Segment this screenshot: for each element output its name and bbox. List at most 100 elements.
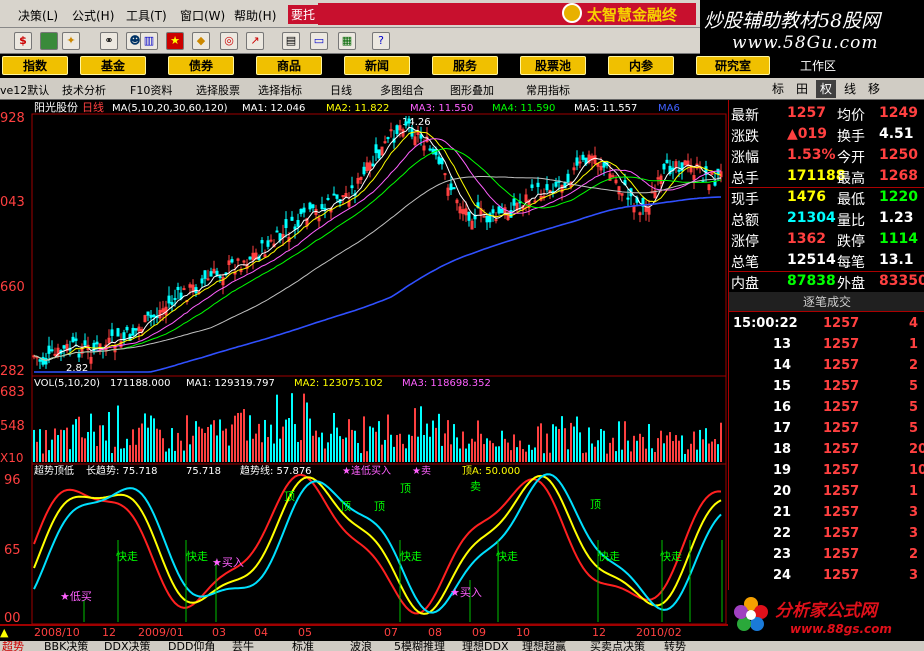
bottom-tab[interactable]: 芸牛	[232, 641, 254, 651]
nav-service-button[interactable]: 服务	[432, 56, 498, 75]
nav-research-button[interactable]: 研究室	[696, 56, 770, 75]
candle-body	[449, 183, 453, 191]
volume-bar	[111, 453, 113, 462]
flag-icon[interactable]	[40, 32, 58, 50]
bottom-tab[interactable]: DDD仰角	[168, 641, 215, 651]
tick-header[interactable]: 逐笔成交	[729, 292, 924, 312]
doc-icon[interactable]: ▤	[282, 32, 300, 50]
volume-bar	[66, 427, 68, 462]
menu-formula[interactable]: 公式(H)	[72, 7, 114, 24]
volume-bar	[102, 425, 104, 462]
side-tab-rights[interactable]: 权	[816, 80, 836, 98]
side-tab-mark[interactable]: 标	[768, 80, 788, 98]
volume-bar	[633, 435, 635, 462]
menu-help[interactable]: 帮助(H)	[234, 7, 276, 24]
quote-label: 涨幅	[731, 150, 759, 166]
nav-fund-button[interactable]: 基金	[80, 56, 146, 75]
nav-index-button[interactable]: 指数	[2, 56, 68, 75]
volume-bar	[315, 430, 317, 462]
side-tab-line[interactable]: 线	[840, 80, 860, 98]
menu-window[interactable]: 窗口(W)	[180, 7, 225, 24]
volume-bars-layer	[33, 393, 722, 462]
diamond-icon[interactable]: ◆	[192, 32, 210, 50]
binoculars-icon[interactable]: ⚭	[100, 32, 118, 50]
volume-bar	[522, 449, 524, 462]
bottom-tab[interactable]: 波浪	[350, 641, 372, 651]
volume-bar	[642, 436, 644, 462]
volume-bar	[198, 426, 200, 462]
bottom-tab[interactable]: DDX决策	[104, 641, 150, 651]
volume-bar	[423, 434, 425, 462]
candle-body	[341, 195, 345, 198]
volume-bar	[387, 414, 389, 462]
bottom-tab[interactable]: 理想超赢	[522, 641, 566, 651]
nav-stockpool-button[interactable]: 股票池	[520, 56, 586, 75]
tab-f10[interactable]: F10资料	[130, 82, 172, 98]
nav-insider-button[interactable]: 内参	[608, 56, 674, 75]
dollar-icon[interactable]: $	[14, 32, 32, 50]
ind-y-label-bottom: 00	[4, 611, 21, 626]
quote-row: 总额 21304 量比 1.23	[729, 209, 924, 230]
indicator-annotation: ★买入	[212, 556, 244, 569]
volume-bar	[126, 438, 128, 462]
candle-body	[71, 336, 75, 343]
volume-bar	[411, 435, 413, 462]
volume-bar	[63, 430, 65, 462]
tab-select-indicator[interactable]: 选择指标	[258, 82, 302, 98]
brand-logo-icon	[562, 3, 582, 23]
bottom-tab[interactable]: 5模糊推理	[394, 641, 445, 651]
tab-technical[interactable]: 技术分析	[62, 82, 106, 98]
menu-decision[interactable]: 决策(L)	[18, 7, 58, 24]
volume-bar	[48, 450, 50, 462]
flag-cn-icon[interactable]: ★	[166, 32, 184, 50]
menu-active-item[interactable]: 要托	[288, 5, 319, 24]
window-icon[interactable]: ▭	[310, 32, 328, 50]
trend-icon[interactable]: ↗	[246, 32, 264, 50]
candle-body	[53, 353, 57, 356]
grid-icon[interactable]: ▦	[338, 32, 356, 50]
tab-common-indicator[interactable]: 常用指标	[526, 82, 570, 98]
quote-label: 涨停	[731, 234, 759, 250]
volume-bar	[474, 441, 476, 462]
bottom-tab[interactable]: 标准	[292, 641, 314, 651]
date-label: 04	[254, 626, 268, 639]
quote-panel: 最新 1257 均价 1249 涨跌 ▲019 换手 4.51 涨幅 1.53% 今开 1250 总手 1…	[728, 100, 924, 626]
chart-area[interactable]: 阳光股份 日线 MA(5,10,20,30,60,120) MA1: 12.04…	[0, 100, 728, 640]
tick-time: 17	[773, 421, 792, 436]
tab-daily[interactable]: 日线	[330, 82, 352, 98]
date-label: 08	[428, 626, 442, 639]
side-tab-grid[interactable]: 田	[792, 80, 812, 98]
candle-body	[269, 239, 273, 242]
volume-bar	[210, 424, 212, 462]
volume-bar	[414, 408, 416, 462]
quote-value: 1257	[787, 105, 826, 121]
bottom-tab[interactable]: 超势	[2, 641, 24, 651]
tab-overlay[interactable]: 图形叠加	[450, 82, 494, 98]
puzzle-icon[interactable]: ✦	[62, 32, 80, 50]
bottom-tab[interactable]: 转势	[664, 641, 686, 651]
chart-icon[interactable]: ▥	[140, 32, 158, 50]
ring-icon[interactable]: ◎	[220, 32, 238, 50]
nav-bond-button[interactable]: 债券	[168, 56, 234, 75]
nav-commodity-button[interactable]: 商品	[256, 56, 322, 75]
volume-bar	[219, 419, 221, 462]
tick-row: 21 1257 3	[729, 503, 924, 524]
tab-default-layout[interactable]: ve12默认	[0, 82, 49, 98]
volume-bar	[228, 445, 230, 462]
volume-bar	[531, 449, 533, 462]
tab-select-stock[interactable]: 选择股票	[196, 82, 240, 98]
tick-price: 1257	[823, 505, 860, 520]
side-tab-move[interactable]: 移	[864, 80, 884, 98]
bottom-tab[interactable]: BBK决策	[44, 641, 88, 651]
tab-multi-chart[interactable]: 多图组合	[380, 82, 424, 98]
workspace-label[interactable]: 工作区	[800, 57, 836, 74]
candle-body	[176, 286, 180, 291]
menu-tools[interactable]: 工具(T)	[126, 7, 167, 24]
bottom-tab[interactable]: 理想DDX	[462, 641, 508, 651]
quote-label: 外盘	[837, 276, 865, 292]
bottom-tab[interactable]: 买卖点决策	[590, 641, 645, 651]
nav-news-button[interactable]: 新闻	[344, 56, 410, 75]
help-icon[interactable]: ?	[372, 32, 390, 50]
volume-bar	[510, 450, 512, 462]
date-axis-marker-icon: ▲	[0, 626, 9, 639]
